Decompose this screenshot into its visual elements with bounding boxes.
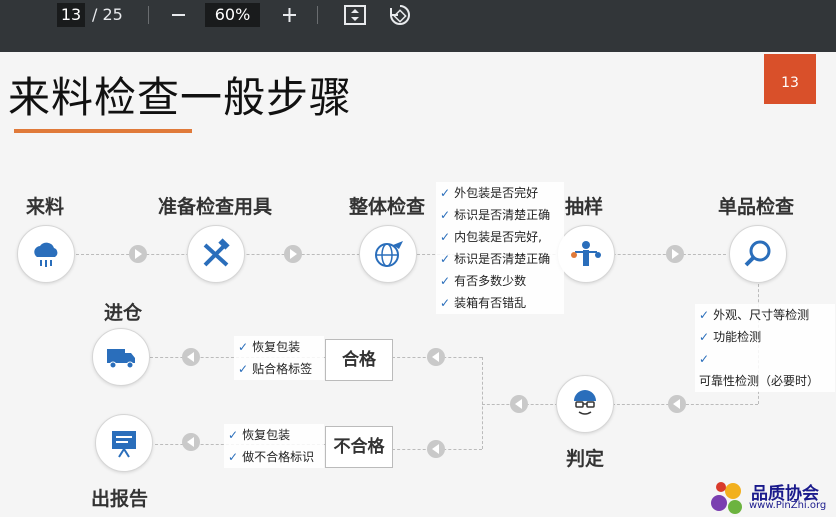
presentation-board-icon	[112, 431, 136, 458]
arrow-right-icon	[666, 245, 684, 263]
step-label-overall-check: 整体检查	[349, 196, 426, 218]
rotate-button[interactable]	[386, 2, 414, 28]
minus-icon	[172, 14, 185, 16]
judgement-step-circle	[556, 375, 614, 433]
list-item: ✓ 外包装是否完好	[440, 186, 539, 200]
report-step-circle	[95, 414, 153, 472]
fit-to-page-button[interactable]	[341, 2, 369, 28]
check-icon: ✓	[440, 208, 451, 222]
page-number-input[interactable]: 13	[57, 3, 85, 27]
pass-action-list: ✓ 恢复包装 ✓ 贴合格标签	[234, 336, 324, 380]
arrow-left-icon	[182, 348, 200, 366]
list-item: ✓ 功能检测	[699, 330, 762, 344]
step-label-sampling: 抽样	[565, 196, 604, 218]
arrow-left-icon	[510, 395, 528, 413]
page-total: / 25	[92, 5, 123, 24]
truck-icon	[107, 349, 135, 369]
title-underline	[14, 129, 192, 133]
zoom-in-button[interactable]	[275, 2, 303, 28]
check-icon: ✓	[699, 352, 710, 366]
rotate-icon	[390, 5, 410, 25]
tools-step-circle	[187, 225, 245, 283]
step-label-prepare-tools: 准备检查用具	[158, 196, 273, 218]
magnifier-icon	[744, 240, 771, 267]
toolbar-divider	[317, 6, 318, 24]
overall-check-list: ✓ 外包装是否完好 ✓ 标识是否清楚正确 ✓ 内包装是否完好, ✓ 标识是否清楚正确 ✓…	[436, 182, 564, 314]
list-item: ✓ 做不合格标识	[228, 450, 315, 464]
warehouse-step-circle	[92, 328, 150, 386]
person-icon	[571, 241, 601, 266]
slide-title: 来料检查一般步骤	[8, 73, 353, 122]
list-item: ✓ 标识是否清楚正确	[440, 252, 551, 266]
arrow-right-icon	[284, 245, 302, 263]
check-icon: ✓	[238, 340, 249, 354]
step-label-warehouse: 进仓	[104, 302, 143, 324]
list-item: ✓可靠性检测（必要时）	[699, 352, 820, 388]
slide-number-badge: 13	[764, 54, 816, 104]
list-item: ✓ 标识是否清楚正确	[440, 208, 551, 222]
fail-action-list: ✓ 恢复包装 ✓ 做不合格标识	[224, 424, 324, 468]
step-label-incoming: 来料	[26, 196, 65, 218]
check-icon: ✓	[440, 252, 451, 266]
check-icon: ✓	[440, 274, 451, 288]
check-icon: ✓	[440, 296, 451, 310]
fit-page-icon	[344, 5, 366, 25]
step-label-judgement: 判定	[566, 448, 605, 470]
pass-box: 合格	[325, 339, 393, 381]
check-icon: ✓	[440, 230, 451, 244]
arrow-left-icon	[668, 395, 686, 413]
list-item: ✓ 装箱有否错乱	[440, 296, 527, 310]
list-item: ✓ 内包装是否完好,	[440, 230, 542, 244]
arrow-left-icon	[427, 348, 445, 366]
list-item: ✓ 有否多数少数	[440, 274, 527, 288]
unit-check-list: ✓ 外观、尺寸等检测 ✓ 功能检测 ✓可靠性检测（必要时）	[695, 304, 835, 392]
arrow-left-icon	[182, 433, 200, 451]
arrow-right-icon	[129, 245, 147, 263]
inspector-face-icon	[574, 390, 596, 415]
arrow-left-icon	[427, 440, 445, 458]
zoom-out-button[interactable]	[164, 2, 192, 28]
logo-url: www.PinZhi.org	[749, 500, 827, 511]
incoming-step-circle	[17, 225, 75, 283]
check-icon: ✓	[228, 450, 239, 464]
slide-canvas: 来料检查一般步骤 13 来料 准备检查用具 整体检查 抽样 单品检查 进仓 出报…	[0, 52, 836, 517]
logo-mark-icon	[711, 482, 742, 514]
pdf-toolbar: 13 / 25 60%	[0, 0, 836, 52]
overall-check-step-circle	[359, 225, 417, 283]
tools-icon	[203, 238, 230, 267]
toolbar-divider	[148, 6, 149, 24]
globe-icon	[375, 241, 403, 267]
list-item: ✓ 外观、尺寸等检测	[699, 308, 810, 322]
step-label-report: 出报告	[91, 488, 149, 510]
watermark-logo: 品质协会 www.PinZhi.org	[705, 479, 835, 517]
fail-box: 不合格	[325, 426, 393, 468]
plus-icon	[283, 8, 296, 22]
check-icon: ✓	[699, 330, 710, 344]
check-icon: ✓	[238, 362, 249, 376]
cloud-icon	[34, 242, 58, 267]
list-item: ✓ 恢复包装	[238, 340, 301, 354]
unit-check-step-circle	[729, 225, 787, 283]
list-item: ✓ 贴合格标签	[238, 362, 313, 376]
step-label-unit-check: 单品检查	[718, 196, 795, 218]
flow-line	[482, 357, 483, 449]
check-icon: ✓	[699, 308, 710, 322]
check-icon: ✓	[228, 428, 239, 442]
zoom-input[interactable]: 60%	[205, 3, 260, 27]
sampling-step-circle	[557, 225, 615, 283]
check-icon: ✓	[440, 186, 451, 200]
list-item: ✓ 恢复包装	[228, 428, 291, 442]
